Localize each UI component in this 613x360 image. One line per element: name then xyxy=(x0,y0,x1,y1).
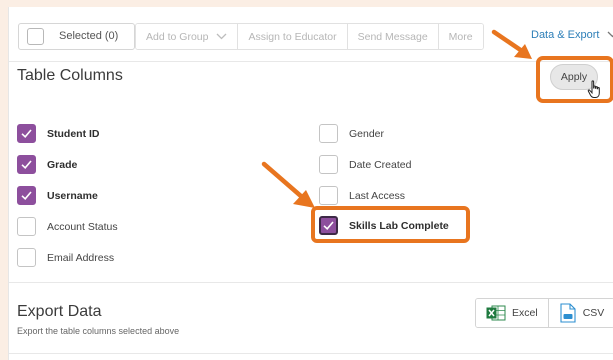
column-option-label: Student ID xyxy=(47,127,100,140)
csv-export-button[interactable]: CSV xyxy=(548,299,613,327)
send-message-button[interactable]: Send Message xyxy=(347,24,439,49)
column-option-username[interactable]: Username xyxy=(17,186,98,205)
export-data-title: Export Data xyxy=(17,303,102,320)
checkbox[interactable] xyxy=(17,124,36,143)
select-all-checkbox[interactable] xyxy=(27,28,44,45)
column-option-label: Last Access xyxy=(349,189,406,202)
column-option-account-status[interactable]: Account Status xyxy=(17,217,118,236)
column-option-label: Gender xyxy=(349,127,385,140)
export-data-subtitle: Export the table columns selected above xyxy=(17,326,180,336)
checkbox[interactable] xyxy=(319,124,338,143)
column-option-gender[interactable]: Gender xyxy=(319,124,384,143)
arrow-annotation-icon xyxy=(491,29,532,59)
table-columns-title: Table Columns xyxy=(17,67,123,84)
excel-icon xyxy=(486,305,506,321)
excel-label: Excel xyxy=(512,307,538,319)
arrow-annotation-icon xyxy=(261,161,315,208)
checkbox[interactable] xyxy=(17,217,36,236)
checkbox[interactable] xyxy=(17,248,36,267)
skills-lab-highlight-box xyxy=(311,206,470,243)
selected-count-label: Selected (0) xyxy=(59,30,119,42)
add-to-group-label: Add to Group xyxy=(146,30,209,43)
csv-label: CSV xyxy=(582,307,605,319)
bulk-actions-group: Add to Group Assign to Educator Send Mes… xyxy=(135,23,484,50)
checkbox[interactable] xyxy=(17,155,36,174)
check-icon xyxy=(21,191,32,200)
check-icon xyxy=(21,160,32,169)
hand-pointer-icon xyxy=(587,80,600,98)
column-option-student-id[interactable]: Student ID xyxy=(17,124,100,143)
column-option-last-access[interactable]: Last Access xyxy=(319,186,405,205)
column-option-grade[interactable]: Grade xyxy=(17,155,77,174)
chevron-down-icon xyxy=(216,32,227,42)
add-to-group-button[interactable]: Add to Group xyxy=(136,24,239,49)
csv-file-icon xyxy=(560,303,576,323)
data-export-menu[interactable]: Data & Export xyxy=(531,29,613,41)
check-icon xyxy=(21,129,32,138)
chevron-down-icon xyxy=(607,30,613,41)
column-option-label: Account Status xyxy=(47,220,118,233)
export-buttons-group: Excel CSV xyxy=(475,298,613,328)
bottom-divider xyxy=(9,353,613,354)
assign-to-educator-button[interactable]: Assign to Educator xyxy=(238,24,348,49)
checkbox[interactable] xyxy=(17,186,36,205)
column-option-label: Date Created xyxy=(349,158,412,171)
column-option-label: Email Address xyxy=(47,251,115,264)
excel-export-button[interactable]: Excel xyxy=(476,299,549,327)
column-option-date-created[interactable]: Date Created xyxy=(319,155,411,174)
column-option-label: Username xyxy=(47,189,98,202)
data-export-label: Data & Export xyxy=(531,29,600,41)
column-option-label: Grade xyxy=(47,158,78,171)
select-all-control[interactable]: Selected (0) xyxy=(18,23,135,50)
column-option-email-address[interactable]: Email Address xyxy=(17,248,114,267)
section-divider xyxy=(9,282,613,283)
more-button[interactable]: More xyxy=(438,24,483,49)
